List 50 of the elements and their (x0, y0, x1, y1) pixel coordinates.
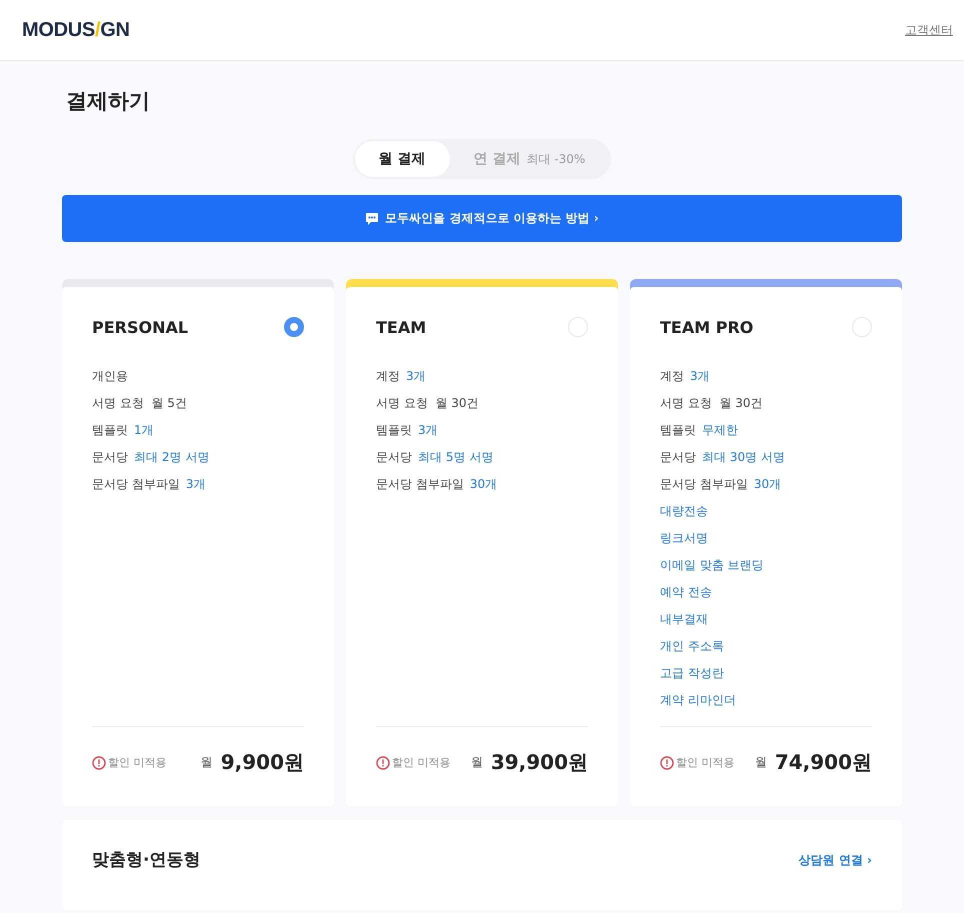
plan-card[interactable]: TEAM 계정 3개 서명 요청 월 30건 템플릿 3개 문서당 최대 5명 서명 문서당 첨부파일 30개 할인 미적용 월 39,900원 (346, 287, 618, 806)
warning-icon (92, 756, 106, 770)
plan-name: TEAM PRO (660, 318, 754, 336)
plan-feature: 예약 전송 (660, 584, 713, 601)
plan-feature: 링크서명 (660, 530, 709, 547)
billing-tab[interactable]: 월 결제 (354, 141, 450, 177)
plan-feature: 계약 리마인더 (660, 692, 737, 709)
plan-feature: 템플릿 무제한 (660, 422, 739, 439)
plan-feature: 템플릿 1개 (92, 422, 155, 439)
plan-price: 9,900원 (220, 749, 304, 776)
plan-feature: 템플릿 3개 (376, 422, 439, 439)
plan-card[interactable]: PERSONAL 개인용 서명 요청 월 5건 템플릿 1개 문서당 최대 2명 서명 문서당 첨부파일 3개 할인 미적용 월 9,900원 (62, 287, 334, 806)
plan-name: PERSONAL (92, 318, 188, 336)
price-period: 월 (754, 754, 767, 771)
plan-price: 74,900원 (774, 749, 872, 776)
discount-note: 할인 미적용 (392, 755, 452, 770)
plan-price: 39,900원 (490, 749, 588, 776)
plan-feature: 개인 주소록 (660, 638, 725, 655)
plan-name: TEAM (376, 318, 426, 336)
plan-radio[interactable] (284, 317, 304, 337)
plan-feature: 문서당 최대 30명 서명 (660, 449, 786, 466)
plan-feature: 문서당 최대 5명 서명 (376, 449, 494, 466)
discount-note: 할인 미적용 (676, 755, 736, 770)
plan-feature: 계정 3개 (660, 368, 711, 385)
price-period: 월 (470, 754, 483, 771)
plan-feature: 고급 작성란 (660, 665, 725, 682)
plan-feature: 계정 3개 (376, 368, 427, 385)
plan-feature: 문서당 최대 2명 서명 (92, 449, 210, 466)
plan-feature: 내부결재 (660, 611, 709, 628)
warning-icon (376, 756, 390, 770)
plan-feature: 문서당 첨부파일 3개 (92, 476, 206, 493)
page-title: 결제하기 (66, 88, 151, 115)
plan-feature: 이메일 맞춤 브랜딩 (660, 557, 765, 574)
logo[interactable]: MODUS/GN (22, 18, 130, 42)
support-link[interactable]: 고객센터 (905, 22, 953, 38)
tips-banner[interactable]: 모두싸인을 경제적으로 이용하는 방법 › (62, 195, 902, 242)
plan-feature: 개인용 (92, 368, 129, 385)
plan-feature: 서명 요청 월 5건 (92, 395, 188, 412)
plan-feature: 서명 요청 월 30건 (376, 395, 480, 412)
warning-icon (660, 756, 674, 770)
consult-link[interactable]: 상담원 연결 › (798, 852, 872, 869)
plan-feature: 대량전송 (660, 503, 709, 520)
custom-plan-title: 맞춤형·연동형 (92, 849, 200, 871)
price-period: 월 (200, 754, 213, 771)
plan-feature: 문서당 첨부파일 30개 (660, 476, 782, 493)
plan-feature: 서명 요청 월 30건 (660, 395, 764, 412)
chat-icon (365, 212, 380, 226)
plan-feature: 문서당 첨부파일 30개 (376, 476, 498, 493)
plan-card[interactable]: TEAM PRO 계정 3개 서명 요청 월 30건 템플릿 무제한 문서당 최대 30명 서명 문서당 첨부파일 30개 대량전송 링크서명 이메일 맞춤 브랜딩 예약 전송 내부결재 개인 주소록 고급 작성란 계약 리마인더 할인 미적용 월 74,900원 (630, 287, 902, 806)
discount-note: 할인 미적용 (108, 755, 168, 770)
